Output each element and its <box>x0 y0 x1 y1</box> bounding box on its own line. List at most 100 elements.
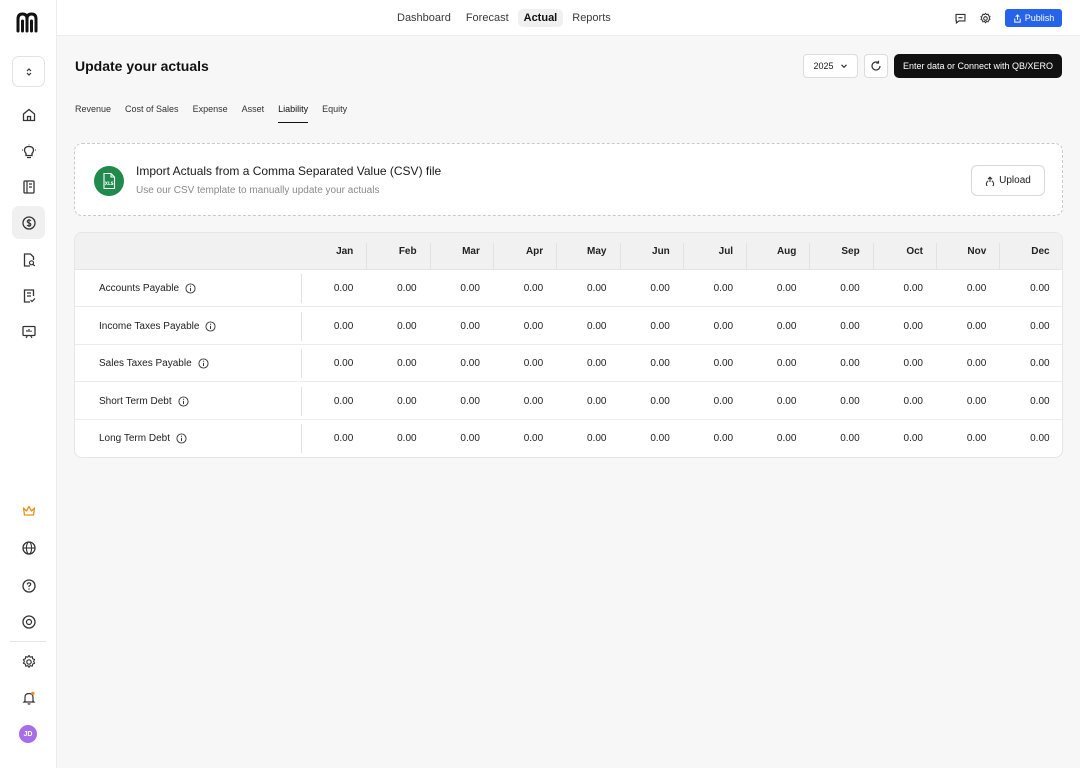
sidebar-item-notifications[interactable] <box>12 681 45 714</box>
sidebar-item-help[interactable] <box>12 569 45 602</box>
value-cell-may[interactable]: 0.00 <box>556 270 619 307</box>
value-cell-mar[interactable]: 0.00 <box>430 345 493 382</box>
sidebar-item-language[interactable] <box>12 531 45 564</box>
value-cell-oct[interactable]: 0.00 <box>873 383 936 420</box>
value-cell-oct[interactable]: 0.00 <box>873 308 936 345</box>
upload-button[interactable]: Upload <box>971 165 1045 196</box>
value-cell-jan[interactable]: 0.00 <box>303 270 366 307</box>
value-cell-mar[interactable]: 0.00 <box>430 420 493 457</box>
value-cell-jan[interactable]: 0.00 <box>303 383 366 420</box>
value-cell-dec[interactable]: 0.00 <box>999 308 1062 345</box>
year-select[interactable]: 2025 <box>803 54 858 78</box>
sidebar-item-home[interactable] <box>12 98 45 131</box>
value-cell-nov[interactable]: 0.00 <box>936 345 999 382</box>
value-cell-apr[interactable]: 0.00 <box>493 308 556 345</box>
value-cell-jul[interactable]: 0.00 <box>683 345 746 382</box>
value-cell-sep[interactable]: 0.00 <box>809 420 872 457</box>
sidebar-item-ideas[interactable] <box>12 135 45 168</box>
tab-forecast[interactable]: Forecast <box>460 9 515 27</box>
sidebar-item-actuals[interactable] <box>12 206 45 239</box>
sidebar-item-presentation[interactable] <box>12 315 45 348</box>
value-cell-jul[interactable]: 0.00 <box>683 308 746 345</box>
info-icon[interactable] <box>185 283 196 294</box>
value-cell-may[interactable]: 0.00 <box>556 308 619 345</box>
value-cell-feb[interactable]: 0.00 <box>366 308 429 345</box>
value-cell-may[interactable]: 0.00 <box>556 345 619 382</box>
connect-data-button[interactable]: Enter data or Connect with QB/XERO <box>894 54 1062 78</box>
value-cell-jun[interactable]: 0.00 <box>620 420 683 457</box>
value-cell-aug[interactable]: 0.00 <box>746 345 809 382</box>
avatar[interactable]: JD <box>19 725 37 743</box>
tab-expense[interactable]: Expense <box>193 104 228 123</box>
value-cell-mar[interactable]: 0.00 <box>430 383 493 420</box>
value-cell-apr[interactable]: 0.00 <box>493 420 556 457</box>
value-cell-jan[interactable]: 0.00 <box>303 308 366 345</box>
sidebar-item-checklist[interactable] <box>12 279 45 312</box>
info-icon[interactable] <box>178 395 189 407</box>
sidebar-item-upgrade[interactable] <box>12 494 45 527</box>
settings-button[interactable] <box>977 10 993 26</box>
value-cell-aug[interactable]: 0.00 <box>746 383 809 420</box>
value-cell-sep[interactable]: 0.00 <box>809 345 872 382</box>
sidebar-item-book[interactable] <box>12 170 45 203</box>
value-cell-jan[interactable]: 0.00 <box>303 420 366 457</box>
value-cell-feb[interactable]: 0.00 <box>366 345 429 382</box>
value-cell-sep[interactable]: 0.00 <box>809 308 872 345</box>
value-cell-nov[interactable]: 0.00 <box>936 420 999 457</box>
value-cell-dec[interactable]: 0.00 <box>999 345 1062 382</box>
value-cell-apr[interactable]: 0.00 <box>493 383 556 420</box>
value-cell-apr[interactable]: 0.00 <box>493 345 556 382</box>
value-cell-may[interactable]: 0.00 <box>556 420 619 457</box>
value-cell-dec[interactable]: 0.00 <box>999 420 1062 457</box>
value-cell-jan[interactable]: 0.00 <box>303 345 366 382</box>
value-cell-may[interactable]: 0.00 <box>556 383 619 420</box>
value-cell-jun[interactable]: 0.00 <box>620 308 683 345</box>
value-cell-feb[interactable]: 0.00 <box>366 270 429 307</box>
value-cell-sep[interactable]: 0.00 <box>809 270 872 307</box>
chat-button[interactable] <box>952 10 968 26</box>
value-cell-oct[interactable]: 0.00 <box>873 420 936 457</box>
refresh-button[interactable] <box>864 54 888 78</box>
value-cell-jun[interactable]: 0.00 <box>620 270 683 307</box>
value-cell-aug[interactable]: 0.00 <box>746 308 809 345</box>
tab-asset[interactable]: Asset <box>242 104 265 123</box>
tab-actual[interactable]: Actual <box>517 9 564 27</box>
tab-reports[interactable]: Reports <box>566 9 617 27</box>
value-cell-apr[interactable]: 0.00 <box>493 270 556 307</box>
table-row: Long Term Debt 0.00 0.00 0.00 0.00 0.00 0.00 0.… <box>75 420 1062 457</box>
value-cell-oct[interactable]: 0.00 <box>873 345 936 382</box>
value-cell-nov[interactable]: 0.00 <box>936 383 999 420</box>
info-icon[interactable] <box>176 433 187 444</box>
value-cell-jul[interactable]: 0.00 <box>683 270 746 307</box>
sidebar-item-settings[interactable] <box>12 645 45 678</box>
value-cell-feb[interactable]: 0.00 <box>366 383 429 420</box>
value-cell-jun[interactable]: 0.00 <box>620 383 683 420</box>
tab-cost-of-sales[interactable]: Cost of Sales <box>125 104 179 123</box>
sidebar-toggle-button[interactable] <box>12 56 45 87</box>
info-icon[interactable] <box>205 320 216 332</box>
value-cell-mar[interactable]: 0.00 <box>430 308 493 345</box>
tab-dashboard[interactable]: Dashboard <box>391 9 457 27</box>
value-cell-aug[interactable]: 0.00 <box>746 270 809 307</box>
value-cell-sep[interactable]: 0.00 <box>809 383 872 420</box>
value-cell-aug[interactable]: 0.00 <box>746 420 809 457</box>
value-cell-mar[interactable]: 0.00 <box>430 270 493 307</box>
value-cell-oct[interactable]: 0.00 <box>873 270 936 307</box>
value-cell-feb[interactable]: 0.00 <box>366 420 429 457</box>
table-row: Income Taxes Payable 0.00 0.00 0.00 0.00 0.00… <box>75 308 1062 345</box>
sidebar-item-file-search[interactable] <box>12 243 45 276</box>
tab-equity[interactable]: Equity <box>322 104 347 123</box>
info-icon[interactable] <box>198 358 209 369</box>
value-cell-jul[interactable]: 0.00 <box>683 383 746 420</box>
tab-revenue[interactable]: Revenue <box>75 104 111 123</box>
app-logo[interactable] <box>16 11 40 33</box>
value-cell-jun[interactable]: 0.00 <box>620 345 683 382</box>
tab-liability[interactable]: Liability <box>278 104 309 123</box>
value-cell-nov[interactable]: 0.00 <box>936 270 999 307</box>
value-cell-dec[interactable]: 0.00 <box>999 383 1062 420</box>
publish-button[interactable]: Publish <box>1005 9 1062 27</box>
value-cell-dec[interactable]: 0.00 <box>999 270 1062 307</box>
value-cell-nov[interactable]: 0.00 <box>936 308 999 345</box>
value-cell-jul[interactable]: 0.00 <box>683 420 746 457</box>
sidebar-item-support[interactable] <box>12 605 45 638</box>
